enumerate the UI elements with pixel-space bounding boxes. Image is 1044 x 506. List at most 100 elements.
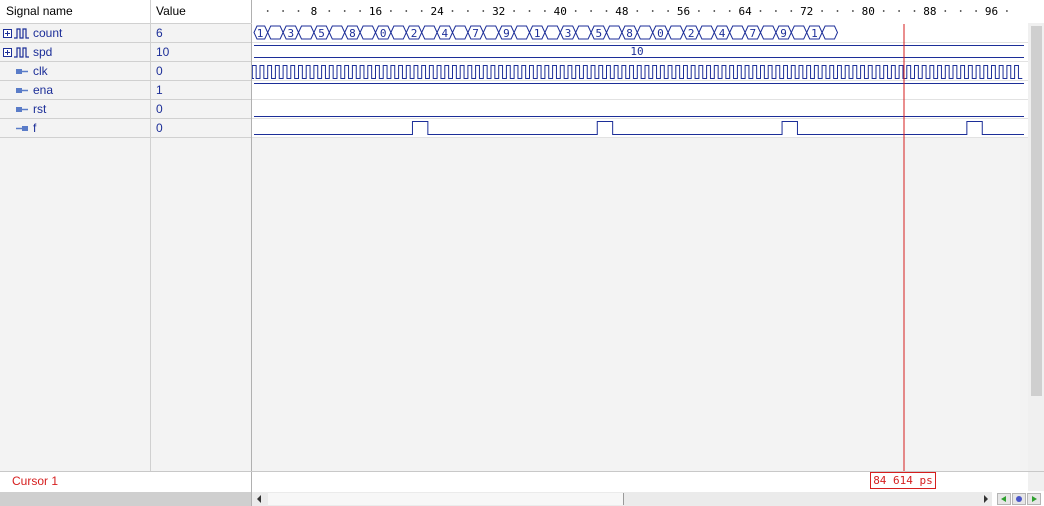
bus-signal-icon	[14, 47, 29, 58]
signal-name: f	[33, 121, 37, 135]
bus-segment	[297, 25, 315, 40]
bus-value-label: 2	[688, 27, 695, 40]
bus-value-label: 4	[719, 27, 726, 40]
axis-minor-tick	[852, 10, 854, 12]
signal-name: count	[33, 26, 63, 40]
cursor-time-readout[interactable]: 84 614 ps	[870, 472, 936, 489]
axis-minor-tick	[636, 10, 639, 12]
prev-page-button[interactable]	[997, 493, 1011, 505]
axis-minor-tick	[359, 10, 361, 12]
output-port-icon	[16, 126, 28, 131]
bus-value-label: 9	[503, 27, 510, 40]
cursor-name-label[interactable]: Cursor 1	[0, 472, 251, 490]
signal-name-column-header[interactable]: Signal name	[0, 0, 150, 23]
signal-value: 6	[156, 26, 163, 40]
horizontal-scrollbar-thumb[interactable]	[268, 493, 624, 505]
input-port-icon	[16, 107, 28, 112]
signal-name: clk	[33, 64, 48, 78]
axis-minor-tick	[590, 10, 592, 12]
clk-trace	[252, 65, 1023, 79]
signal-row-spd[interactable]: spd 10	[0, 43, 251, 62]
bus-value-label: 2	[411, 27, 418, 40]
bus-value-label: 9	[780, 27, 787, 40]
green-left-arrow-icon	[1001, 496, 1006, 502]
bus-segment	[605, 25, 623, 40]
axis-minor-tick	[605, 10, 608, 12]
expand-icon[interactable]	[3, 29, 12, 38]
signal-value: 1	[156, 83, 163, 97]
bus-segment	[667, 25, 685, 40]
bus-value-label: 3	[565, 27, 572, 40]
bus-value-label: 10	[630, 45, 643, 58]
bus-segment	[636, 25, 654, 40]
signal-name: rst	[33, 102, 47, 116]
axis-minor-tick	[390, 10, 392, 12]
bus-segment	[759, 25, 777, 40]
axis-minor-tick	[1006, 10, 1008, 12]
axis-minor-tick	[728, 10, 731, 12]
bus-segment	[421, 25, 438, 40]
axis-minor-tick	[944, 10, 947, 12]
circle-icon	[1016, 496, 1022, 502]
axis-minor-tick	[775, 10, 777, 12]
bus-segment	[451, 25, 469, 40]
bus-segment	[390, 25, 407, 40]
row-divider	[0, 137, 251, 138]
signal-name: spd	[33, 45, 53, 59]
axis-minor-tick	[651, 10, 654, 12]
signal-row-ena[interactable]: ena 1	[0, 81, 251, 100]
green-right-arrow-icon	[1032, 496, 1037, 502]
signal-panel-scrollbar[interactable]	[0, 492, 251, 506]
axis-tick-label: 24	[430, 5, 444, 18]
bus-value-label: 8	[626, 27, 633, 40]
signal-row-rst[interactable]: rst 0	[0, 100, 251, 119]
axis-tick-label: 64	[738, 5, 752, 18]
bus-segment	[729, 25, 746, 40]
signal-row-clk[interactable]: clk 0	[0, 62, 251, 81]
axis-minor-tick	[482, 10, 485, 12]
clk-waveform[interactable]	[252, 65, 1023, 79]
bus-value-label: 8	[349, 27, 356, 40]
axis-minor-tick	[328, 10, 331, 12]
axis-minor-tick	[882, 10, 885, 12]
signal-row-f[interactable]: f 0	[0, 119, 251, 138]
axis-tick-label: 40	[554, 5, 567, 18]
waveform-viewer[interactable]: 81624324048566472808896ns 13580247913580…	[252, 0, 1028, 491]
scroll-right-icon[interactable]	[984, 495, 988, 503]
scroll-left-icon[interactable]	[257, 495, 261, 503]
axis-tick-label: 72	[800, 5, 813, 18]
axis-tick-label: 48	[615, 5, 628, 18]
axis-minor-tick	[420, 10, 423, 12]
bus-value-label: 4	[441, 27, 448, 40]
axis-tick-label: 8	[311, 5, 318, 18]
axis-tick-label: 16	[369, 5, 382, 18]
axis-tick-label: 56	[677, 5, 690, 18]
axis-tick-label: 32	[492, 5, 505, 18]
bus-value-label: 1	[534, 27, 541, 40]
bus-segment	[513, 25, 531, 40]
axis-minor-tick	[790, 10, 793, 12]
bus-value-label: 3	[287, 27, 294, 40]
center-button[interactable]	[1012, 493, 1026, 505]
expand-icon[interactable]	[3, 48, 12, 57]
bus-segment	[575, 25, 592, 40]
axis-minor-tick	[913, 10, 916, 12]
axis-minor-tick	[528, 10, 531, 12]
bus-segment	[359, 25, 377, 40]
row-divider	[0, 61, 251, 62]
bus-segment	[698, 25, 715, 40]
axis-minor-tick	[759, 10, 762, 12]
bus-value-label: 1	[811, 27, 818, 40]
axis-minor-tick	[698, 10, 700, 12]
axis-tick-label: 88	[923, 5, 936, 18]
bus-value-label: 7	[749, 27, 756, 40]
bus-value-label: 0	[657, 27, 664, 40]
value-column-header[interactable]: Value	[151, 0, 251, 23]
next-page-button[interactable]	[1027, 493, 1041, 505]
signal-row-count[interactable]: count 6	[0, 24, 251, 43]
axis-minor-tick	[975, 10, 977, 12]
axis-minor-tick	[898, 10, 900, 12]
axis-minor-tick	[513, 10, 515, 12]
bus-segment	[821, 25, 839, 40]
vertical-scrollbar-thumb[interactable]	[1031, 26, 1042, 396]
